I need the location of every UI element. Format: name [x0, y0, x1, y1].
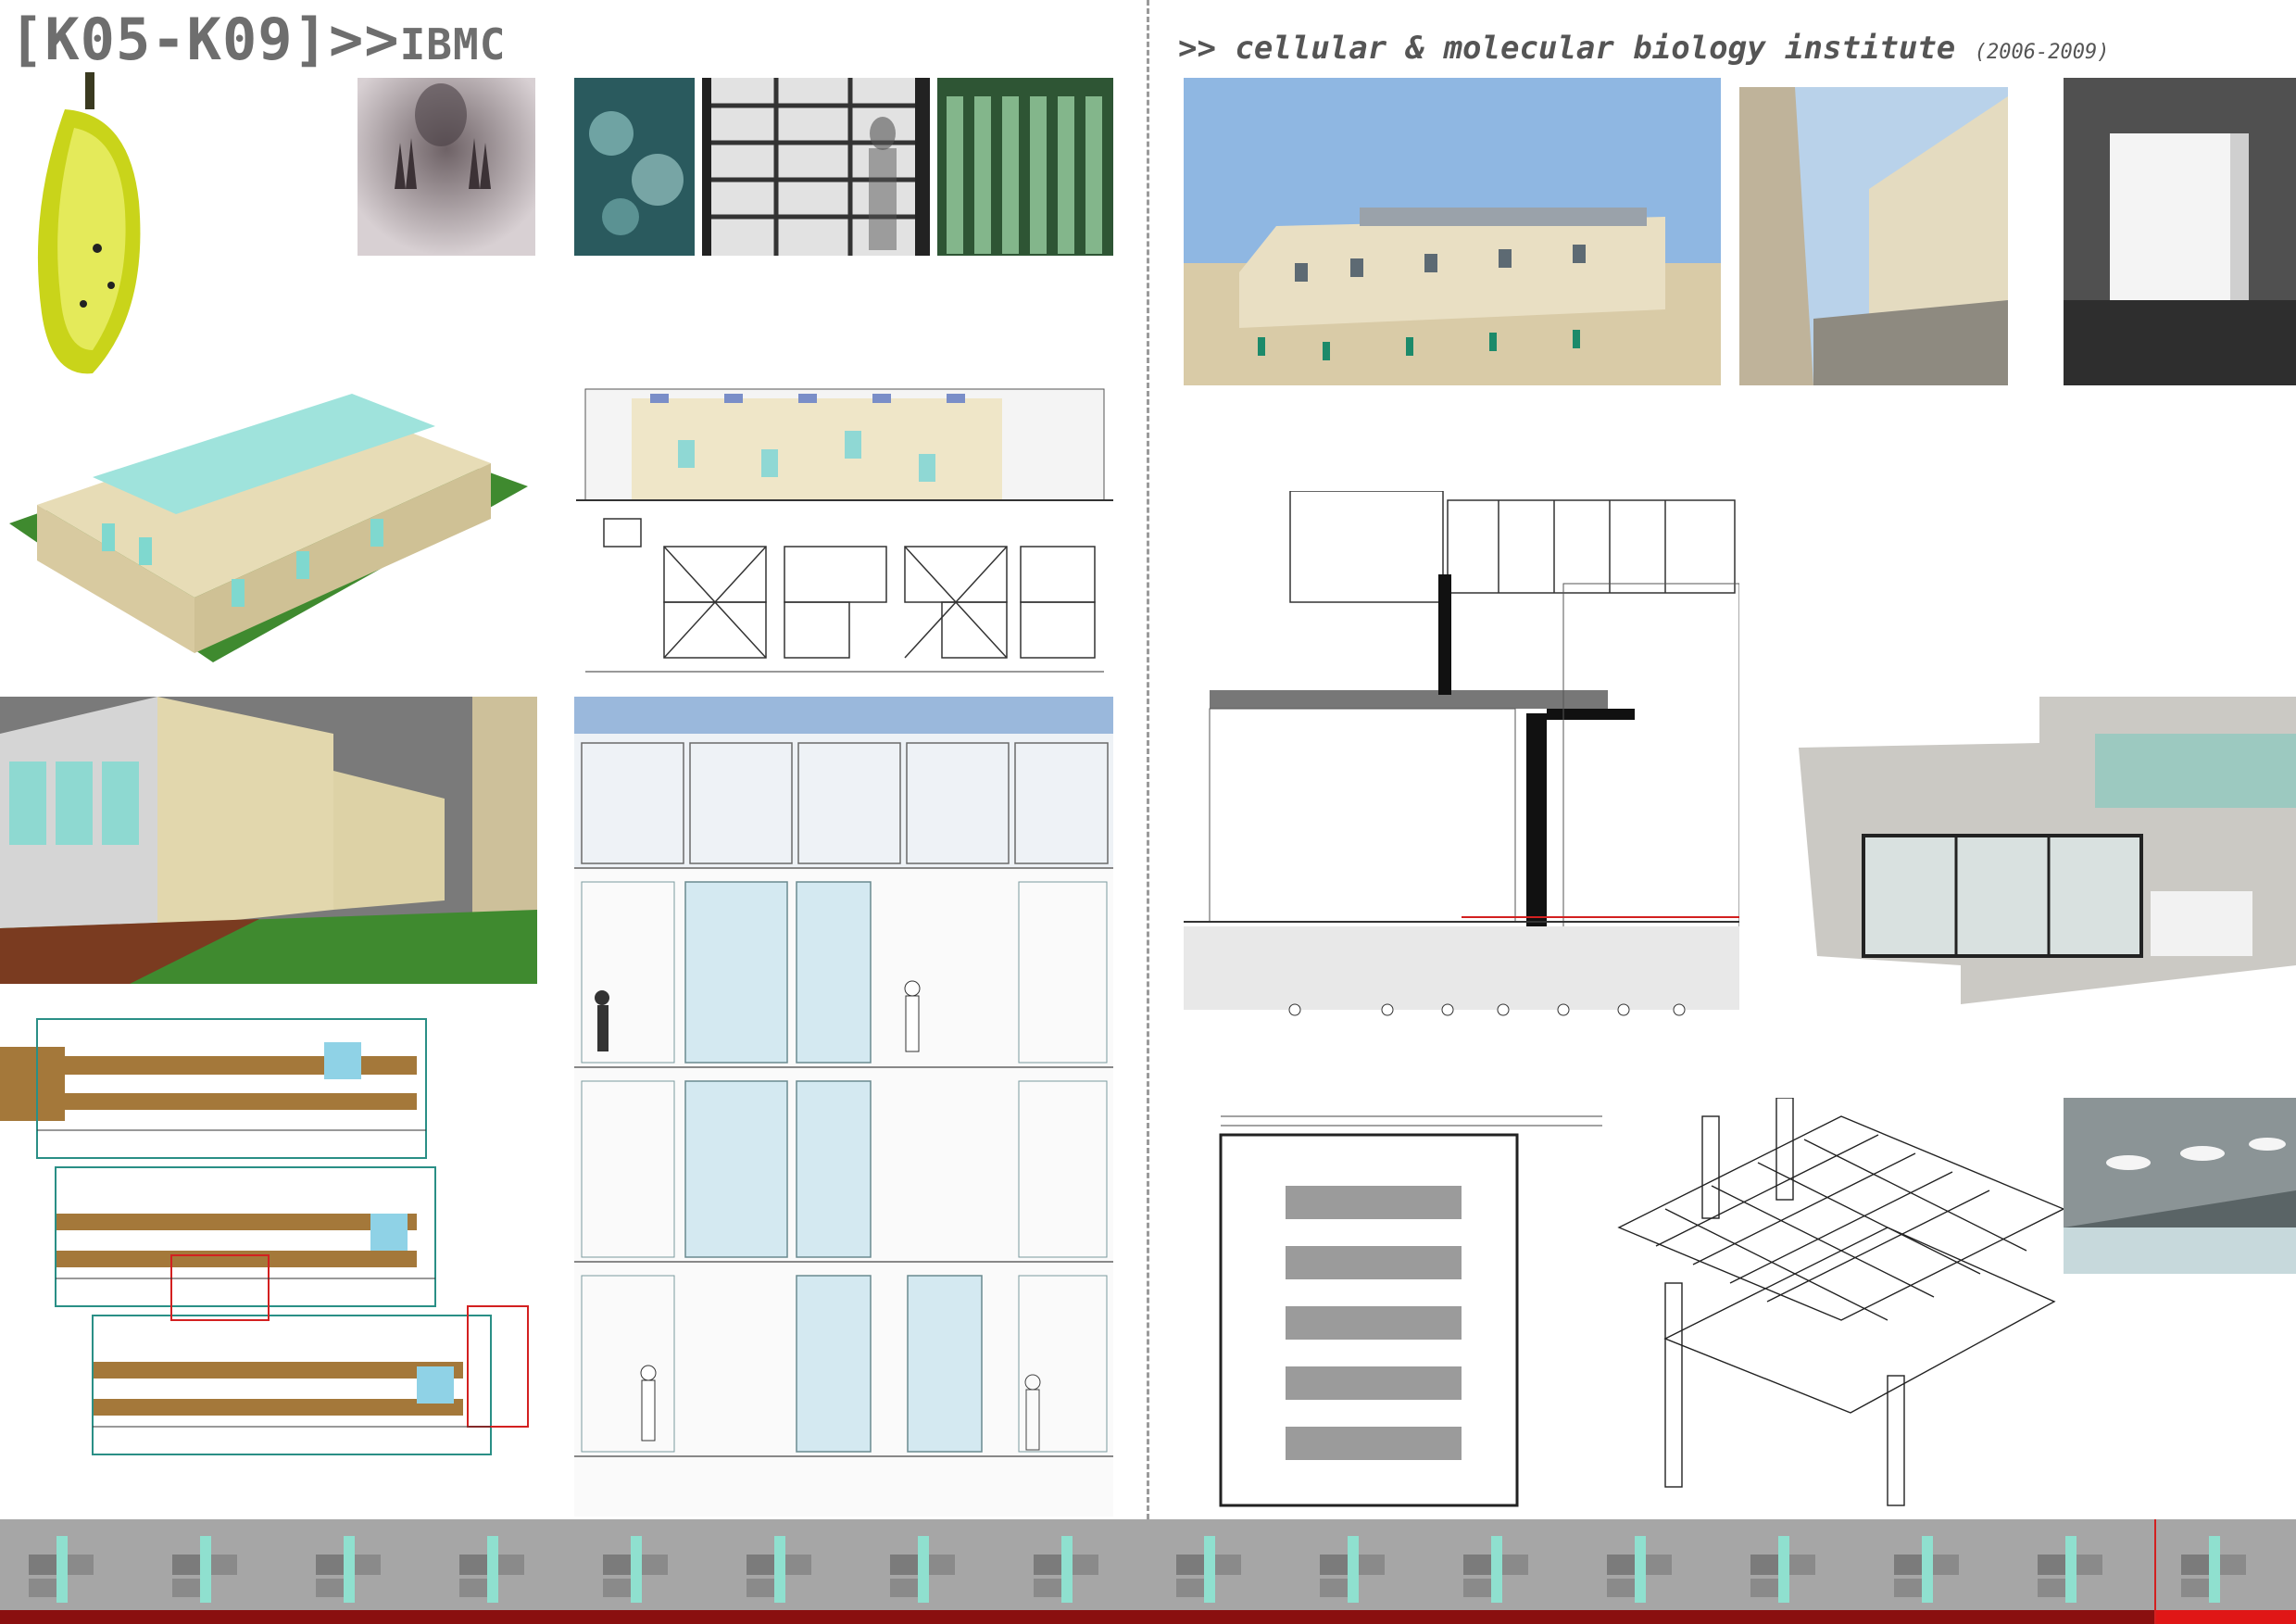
section-thumbnail[interactable]	[890, 1527, 955, 1603]
lab-interior-photo	[1799, 697, 2296, 1004]
exterior-photo	[1184, 78, 1721, 385]
facade-elevation-render	[574, 697, 1113, 1517]
section-thumbnail[interactable]	[1034, 1527, 1098, 1603]
page-code-title: [K05-K09]>>IBMC	[9, 6, 506, 73]
hands-behind-glass-photo	[358, 78, 535, 256]
section-thumbnail[interactable]	[316, 1527, 381, 1603]
courtyard-photo	[1739, 78, 2008, 385]
section-thumbnail[interactable]	[172, 1527, 237, 1603]
window-silhouette-photo	[702, 78, 930, 256]
section-thumbnail[interactable]	[2038, 1527, 2102, 1603]
section-thumbnail-strip	[0, 1519, 2296, 1610]
project-years: (2006-2009)	[1974, 41, 2110, 64]
axonometric-structure	[1610, 1098, 2065, 1515]
aerial-render	[0, 375, 537, 674]
bottom-red-band	[0, 1610, 2296, 1624]
elevation-drawing	[576, 366, 1113, 505]
courtyard-render	[0, 697, 537, 984]
interior-window-photo	[2064, 78, 2296, 385]
section-thumbnail[interactable]	[29, 1527, 94, 1603]
floor-plan	[0, 1001, 537, 1516]
section-thumbnail[interactable]	[1750, 1527, 1815, 1603]
section-thumbnail[interactable]	[1320, 1527, 1385, 1603]
section-thumbnail[interactable]	[459, 1527, 524, 1603]
section-thumbnail[interactable]	[603, 1527, 668, 1603]
project-abbreviation: IBMC	[399, 19, 507, 69]
facade-module-diagram	[576, 514, 1113, 681]
section-thumbnail[interactable]	[1894, 1527, 1959, 1603]
section-thumbnail[interactable]	[747, 1527, 811, 1603]
section-thumbnail[interactable]	[1463, 1527, 1528, 1603]
project-code: [K05-K09]>>	[9, 6, 400, 73]
test-tubes-photo	[937, 78, 1113, 256]
project-name: >> cellular & molecular biology institut…	[1178, 30, 1956, 67]
section-thumbnail[interactable]	[1176, 1527, 1241, 1603]
page-divider	[1147, 0, 1149, 1519]
project-title: >> cellular & molecular biology institut…	[1178, 30, 2109, 67]
wall-section-detail	[1184, 491, 1739, 1019]
ceiling-photo	[2064, 1098, 2296, 1274]
section-thumbnail[interactable]	[1607, 1527, 1672, 1603]
chrysalis-photo	[0, 72, 185, 378]
highlighted-thumbnail-marker	[2154, 1519, 2296, 1624]
jellyfish-photo	[574, 78, 695, 256]
ceiling-plan	[1184, 1098, 1602, 1515]
